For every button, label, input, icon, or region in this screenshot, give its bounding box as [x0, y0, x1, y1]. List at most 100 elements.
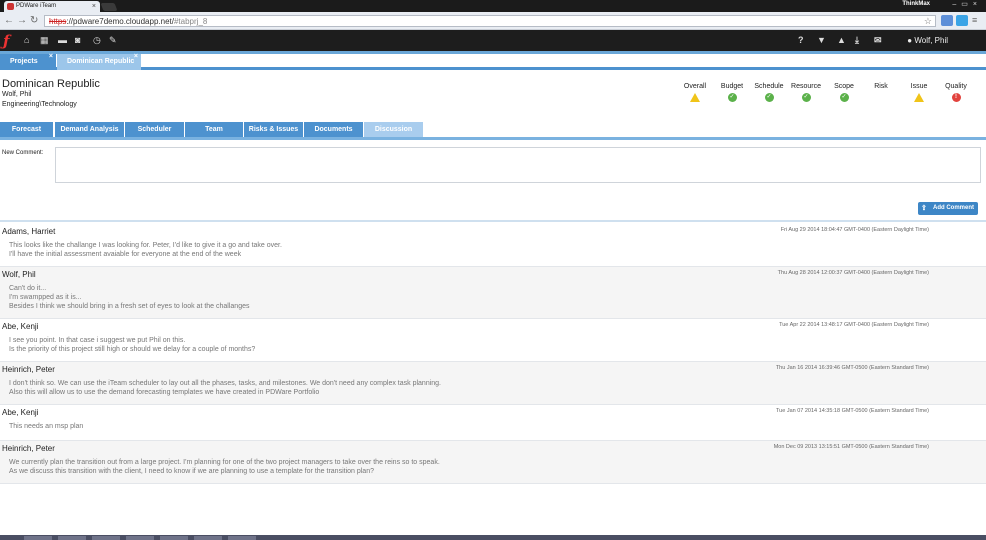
- help-icon[interactable]: ?: [798, 35, 804, 45]
- pdware-logo-icon[interactable]: ƒ: [3, 33, 20, 49]
- new-tab-button[interactable]: [100, 3, 118, 11]
- user-name: Wolf, Phil: [914, 36, 948, 45]
- comment-author: Heinrich, Peter: [2, 444, 55, 453]
- app-header: ƒ ⌂ ▦ ▬ ◙ ◷ ✎ ? ▼ ▲ ⤓ ✉ ● Wolf, Phil: [0, 30, 986, 54]
- browser-titlebar: PDWare iTeam × ThinkMax –▭×: [0, 0, 986, 12]
- taskbar-item[interactable]: [24, 536, 52, 540]
- tab-team[interactable]: Team: [185, 122, 243, 137]
- error-icon: !: [951, 93, 961, 102]
- warning-icon: [914, 93, 924, 102]
- section-tabs: Forecast Demand Analysis Scheduler Team …: [0, 122, 986, 140]
- filter-icon[interactable]: ▼: [817, 35, 826, 45]
- comment-author: Abe, Kenji: [2, 408, 39, 417]
- home-icon[interactable]: ⌂: [24, 35, 29, 45]
- taskbar-item[interactable]: [58, 536, 86, 540]
- taskbar-item[interactable]: [126, 536, 154, 540]
- close-icon[interactable]: ×: [49, 49, 53, 65]
- browser-profile-name: ThinkMax: [902, 1, 930, 7]
- download-icon[interactable]: ⤓: [855, 35, 859, 46]
- taskbar-item[interactable]: [194, 536, 222, 540]
- status-label: Overall: [683, 83, 707, 90]
- star-icon[interactable]: ☆: [924, 16, 932, 27]
- comment-item: Heinrich, Peter Mon Dec 09 2013 13:15:51…: [0, 441, 986, 484]
- reload-icon[interactable]: ↻: [30, 15, 38, 26]
- browser-tab[interactable]: PDWare iTeam ×: [4, 1, 100, 12]
- new-comment-label: New Comment:: [2, 150, 44, 156]
- taskbar-item[interactable]: [92, 536, 120, 540]
- comment-text: I don't think so. We can use the iTeam s…: [9, 380, 441, 387]
- project-tabs: Projects × Dominican Republic ×: [0, 53, 986, 70]
- comment-text: We currently plan the transition out fro…: [9, 459, 440, 466]
- url-scheme: https: [49, 17, 67, 26]
- status-label: Scope: [834, 83, 854, 90]
- comment-text: As we discuss this transition with the c…: [9, 468, 374, 475]
- back-arrow-icon[interactable]: ←: [4, 15, 14, 26]
- comment-text: Can't do it...: [9, 285, 47, 292]
- close-icon[interactable]: ×: [92, 1, 96, 12]
- tab-forecast[interactable]: Forecast: [0, 122, 53, 137]
- status-label: Issue: [910, 83, 928, 90]
- page-title: Dominican Republic: [2, 78, 100, 90]
- user-menu[interactable]: ● Wolf, Phil: [907, 36, 948, 45]
- tab-scheduler[interactable]: Scheduler: [125, 122, 184, 137]
- status-scope[interactable]: Scope ✓: [826, 83, 862, 102]
- user-icon: ●: [907, 36, 913, 45]
- tab-projects-label: Projects: [10, 58, 38, 65]
- extension-icon[interactable]: [941, 15, 953, 26]
- comment-text: Besides I think we should bring in a fre…: [9, 303, 250, 310]
- comment-text: I'll have the initial assessment avaiabl…: [9, 251, 242, 258]
- url-host: ://pdware7demo.cloudapp.net/: [66, 17, 174, 26]
- status-issue[interactable]: Issue: [901, 83, 937, 102]
- briefcase-icon[interactable]: ▬: [58, 35, 67, 45]
- menu-icon[interactable]: ≡: [972, 15, 977, 25]
- mail-icon[interactable]: ✉: [874, 35, 882, 46]
- taskbar-item[interactable]: [160, 536, 188, 540]
- url-input[interactable]: https://pdware7demo.cloudapp.net/#tabprj…: [44, 15, 936, 27]
- building-icon[interactable]: ▦: [40, 35, 49, 46]
- status-overall[interactable]: Overall: [677, 83, 713, 102]
- status-quality[interactable]: Quality !: [938, 83, 974, 102]
- project-summary: Dominican Republic Wolf, Phil Engineerin…: [0, 70, 986, 122]
- comment-date: Thu Aug 28 2014 12:00:37 GMT-0400 (Easte…: [777, 270, 929, 276]
- project-owner: Wolf, Phil: [2, 91, 32, 98]
- project-category: Engineering\Technology: [2, 101, 77, 108]
- alert-icon[interactable]: ▲: [837, 35, 846, 45]
- check-icon: ✓: [764, 93, 774, 102]
- add-comment-button[interactable]: ⇪ Add Comment: [918, 202, 978, 215]
- close-icon[interactable]: ×: [134, 49, 138, 65]
- status-risk[interactable]: Risk: [863, 83, 899, 90]
- comment-text: I see you point. In that case i suggest …: [9, 337, 186, 344]
- team-icon[interactable]: ◙: [75, 35, 80, 45]
- add-comment-label: Add Comment: [933, 205, 974, 211]
- upload-icon: ⇪: [921, 205, 927, 212]
- pdware-favicon-icon: [7, 3, 14, 10]
- status-resource[interactable]: Resource ✓: [788, 83, 824, 102]
- check-icon: ✓: [801, 93, 811, 102]
- status-label: Resource: [791, 83, 821, 90]
- taskbar-item[interactable]: [228, 536, 256, 540]
- tab-dominican-republic[interactable]: Dominican Republic ×: [57, 53, 141, 70]
- tab-demand-analysis[interactable]: Demand Analysis: [55, 122, 124, 137]
- comment-date: Fri Aug 29 2014 18:04:47 GMT-0400 (Easte…: [780, 227, 929, 233]
- comment-item: Abe, Kenji Tue Apr 22 2014 13:48:17 GMT-…: [0, 319, 986, 362]
- status-schedule[interactable]: Schedule ✓: [751, 83, 787, 102]
- comment-text: This needs an msp plan: [9, 423, 84, 430]
- status-budget[interactable]: Budget ✓: [714, 83, 750, 102]
- status-label: Budget: [720, 83, 744, 90]
- wrench-icon[interactable]: ✎: [109, 35, 117, 46]
- tab-discussion[interactable]: Discussion: [364, 122, 423, 137]
- new-comment-input[interactable]: [55, 147, 981, 183]
- comment-author: Heinrich, Peter: [2, 365, 55, 374]
- window-controls[interactable]: –▭×: [952, 0, 982, 8]
- tab-risks-issues[interactable]: Risks & Issues: [244, 122, 303, 137]
- forward-arrow-icon[interactable]: →: [17, 15, 27, 26]
- twitter-icon[interactable]: [956, 15, 968, 26]
- new-comment-panel: New Comment: ⇪ Add Comment: [0, 142, 986, 222]
- comment-author: Adams, Harriet: [2, 227, 56, 236]
- tab-projects[interactable]: Projects ×: [0, 53, 56, 70]
- address-bar: ← → ↻ https://pdware7demo.cloudapp.net/#…: [0, 12, 986, 30]
- comment-author: Wolf, Phil: [2, 270, 36, 279]
- tab-documents[interactable]: Documents: [304, 122, 363, 137]
- clock-icon[interactable]: ◷: [93, 35, 101, 46]
- comment-text: Also this will allow us to use the deman…: [9, 389, 320, 396]
